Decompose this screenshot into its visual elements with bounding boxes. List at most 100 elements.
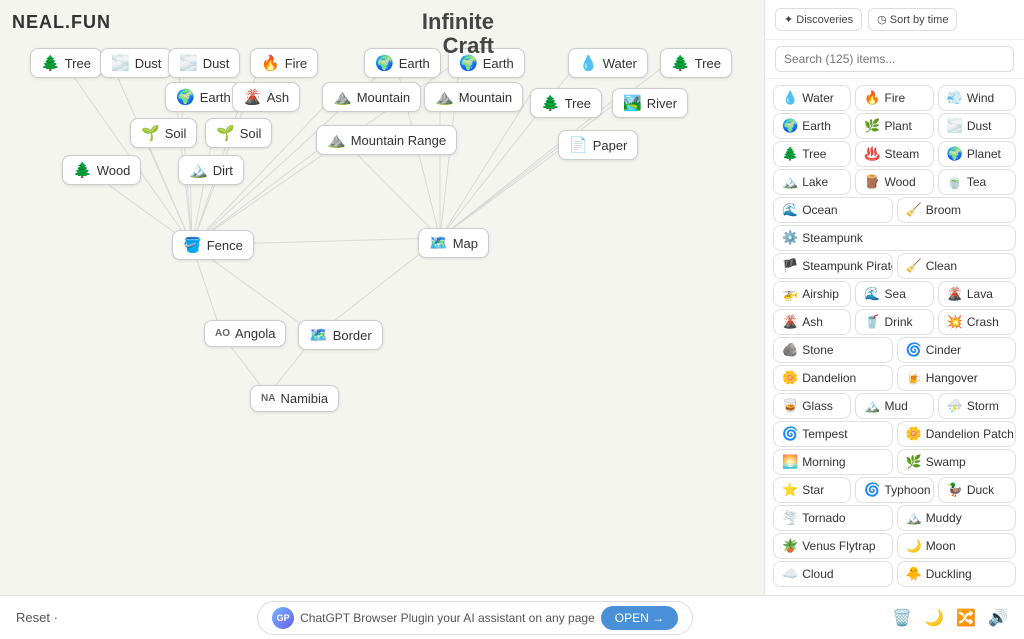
sidebar-item-duckling[interactable]: 🐥Duckling xyxy=(897,561,1017,587)
canvas-item-fence1[interactable]: 🪣Fence xyxy=(172,230,254,260)
sidebar-item-water[interactable]: 💧Water xyxy=(773,85,851,111)
canvas-item-tree3[interactable]: 🌲Tree xyxy=(530,88,602,118)
sidebar-row-15: 🌪️Tornado🏔️Muddy xyxy=(773,505,1016,531)
sound-icon[interactable]: 🔊 xyxy=(988,608,1008,628)
sidebar-label: Lake xyxy=(802,175,828,189)
sidebar-item-dandelion-patch[interactable]: 🌼Dandelion Patch xyxy=(897,421,1017,447)
canvas-item-map1[interactable]: 🗺️Map xyxy=(418,228,489,258)
sidebar-label: Drink xyxy=(885,315,913,329)
sidebar-row-7: 🚁Airship🌊Sea🌋Lava xyxy=(773,281,1016,307)
sidebar-item-sea[interactable]: 🌊Sea xyxy=(855,281,933,307)
canvas-item-dirt1[interactable]: 🏔️Dirt xyxy=(178,155,244,185)
sidebar-item-steampunk-pirate[interactable]: 🏴Steampunk Pirate xyxy=(773,253,893,279)
sidebar-item-crash[interactable]: 💥Crash xyxy=(938,309,1016,335)
sidebar-item-lake[interactable]: 🏔️Lake xyxy=(773,169,851,195)
canvas-item-dust2[interactable]: 🌫️Dust xyxy=(168,48,240,78)
canvas-item-tree1[interactable]: 🌲Tree xyxy=(30,48,102,78)
sidebar-item-glass[interactable]: 🥃Glass xyxy=(773,393,851,419)
sidebar-label: Tree xyxy=(802,147,826,161)
item-emoji-fire1: 🔥 xyxy=(261,54,280,72)
sidebar-item-steampunk[interactable]: ⚙️Steampunk xyxy=(773,225,1016,251)
sidebar-label: Storm xyxy=(967,399,999,413)
sidebar-item-hangover[interactable]: 🍺Hangover xyxy=(897,365,1017,391)
sidebar-label: Duck xyxy=(967,483,994,497)
sidebar-item-wood[interactable]: 🪵Wood xyxy=(855,169,933,195)
search-bar xyxy=(765,40,1024,79)
discoveries-button[interactable]: ✦ Discoveries xyxy=(775,8,862,31)
canvas-item-mountain_range[interactable]: ⛰️Mountain Range xyxy=(316,125,457,155)
canvas-item-soil2[interactable]: 🌱Soil xyxy=(205,118,272,148)
sidebar-item-airship[interactable]: 🚁Airship xyxy=(773,281,851,307)
canvas-item-earth3[interactable]: 🌍Earth xyxy=(165,82,242,112)
sidebar-item-clean[interactable]: 🧹Clean xyxy=(897,253,1017,279)
sidebar-item-broom[interactable]: 🧹Broom xyxy=(897,197,1017,223)
sidebar-label: Steampunk Pirate xyxy=(802,259,892,273)
sidebar-item-drink[interactable]: 🥤Drink xyxy=(855,309,933,335)
canvas-item-dust1[interactable]: 🌫️Dust xyxy=(100,48,172,78)
sidebar-item-fire[interactable]: 🔥Fire xyxy=(855,85,933,111)
sidebar-item-cloud[interactable]: ☁️Cloud xyxy=(773,561,893,587)
sidebar-item-swamp[interactable]: 🌿Swamp xyxy=(897,449,1017,475)
sidebar-item-earth[interactable]: 🌍Earth xyxy=(773,113,851,139)
canvas-area[interactable]: NEAL.FUN Infinite Craft xyxy=(0,0,764,595)
sidebar-item-typhoon[interactable]: 🌀Typhoon xyxy=(855,477,933,503)
canvas-item-soil1[interactable]: 🌱Soil xyxy=(130,118,197,148)
canvas-item-mountain1[interactable]: ⛰️Mountain xyxy=(322,82,421,112)
sidebar-item-star[interactable]: ⭐Star xyxy=(773,477,851,503)
canvas-item-angola1[interactable]: AOAngola xyxy=(204,320,286,347)
sidebar-item-ocean[interactable]: 🌊Ocean xyxy=(773,197,893,223)
sidebar-item-tempest[interactable]: 🌀Tempest xyxy=(773,421,893,447)
sidebar-emoji: 🏔️ xyxy=(864,398,880,414)
sidebar-item-dust[interactable]: 🌫️Dust xyxy=(938,113,1016,139)
canvas-item-ash1[interactable]: 🌋Ash xyxy=(232,82,300,112)
sidebar-item-tree[interactable]: 🌲Tree xyxy=(773,141,851,167)
canvas-item-paper1[interactable]: 📄Paper xyxy=(558,130,638,160)
sidebar-row-3: 🏔️Lake🪵Wood🍵Tea xyxy=(773,169,1016,195)
sidebar-emoji: 🌼 xyxy=(782,370,798,386)
canvas-item-river1[interactable]: 🏞️River xyxy=(612,88,688,118)
sidebar-item-planet[interactable]: 🌍Planet xyxy=(938,141,1016,167)
sidebar-item-moon[interactable]: 🌙Moon xyxy=(897,533,1017,559)
trash-icon[interactable]: 🗑️ xyxy=(892,608,912,628)
sidebar-item-muddy[interactable]: 🏔️Muddy xyxy=(897,505,1017,531)
sidebar-item-lava[interactable]: 🌋Lava xyxy=(938,281,1016,307)
open-button[interactable]: OPEN → xyxy=(601,606,678,630)
moon-icon[interactable]: 🌙 xyxy=(924,608,944,628)
sidebar-item-morning[interactable]: 🌅Morning xyxy=(773,449,893,475)
sidebar-item-steam[interactable]: ♨️Steam xyxy=(855,141,933,167)
sidebar-item-duck[interactable]: 🦆Duck xyxy=(938,477,1016,503)
sidebar-label: Venus Flytrap xyxy=(802,539,875,553)
sidebar-item-tea[interactable]: 🍵Tea xyxy=(938,169,1016,195)
sidebar-item-storm[interactable]: ⛈️Storm xyxy=(938,393,1016,419)
sidebar-emoji: 🌪️ xyxy=(782,510,798,526)
reset-button[interactable]: Reset · xyxy=(16,610,58,625)
sidebar-item-wind[interactable]: 💨Wind xyxy=(938,85,1016,111)
search-input[interactable] xyxy=(775,46,1014,72)
canvas-item-wood1[interactable]: 🌲Wood xyxy=(62,155,141,185)
logo-header: NEAL.FUN xyxy=(12,12,111,33)
canvas-item-mountain2[interactable]: ⛰️Mountain xyxy=(424,82,523,112)
shuffle-icon[interactable]: 🔀 xyxy=(956,608,976,628)
sidebar-label: Dandelion Patch xyxy=(926,427,1014,441)
sidebar-label: Planet xyxy=(967,147,1001,161)
item-emoji-tree3: 🌲 xyxy=(541,94,560,112)
sidebar-item-tornado[interactable]: 🌪️Tornado xyxy=(773,505,893,531)
sort-button[interactable]: ◷ Sort by time xyxy=(868,8,957,31)
sidebar-item-cinder[interactable]: 🌀Cinder xyxy=(897,337,1017,363)
canvas-item-namibia1[interactable]: NANamibia xyxy=(250,385,339,412)
canvas-item-fire1[interactable]: 🔥Fire xyxy=(250,48,318,78)
canvas-item-water1[interactable]: 💧Water xyxy=(568,48,648,78)
item-label-earth3: Earth xyxy=(200,90,231,105)
sidebar-item-dandelion[interactable]: 🌼Dandelion xyxy=(773,365,893,391)
sidebar-row-10: 🌼Dandelion🍺Hangover xyxy=(773,365,1016,391)
canvas-item-tree2[interactable]: 🌲Tree xyxy=(660,48,732,78)
sidebar-item-ash[interactable]: 🌋Ash xyxy=(773,309,851,335)
sidebar-item-plant[interactable]: 🌿Plant xyxy=(855,113,933,139)
sidebar-item-stone[interactable]: 🪨Stone xyxy=(773,337,893,363)
sidebar-item-mud[interactable]: 🏔️Mud xyxy=(855,393,933,419)
sidebar-item-venus-flytrap[interactable]: 🪴Venus Flytrap xyxy=(773,533,893,559)
sidebar-label: Wind xyxy=(967,91,994,105)
canvas-item-border1[interactable]: 🗺️Border xyxy=(298,320,383,350)
sidebar-label: Ocean xyxy=(802,203,837,217)
item-label-river1: River xyxy=(647,96,677,111)
